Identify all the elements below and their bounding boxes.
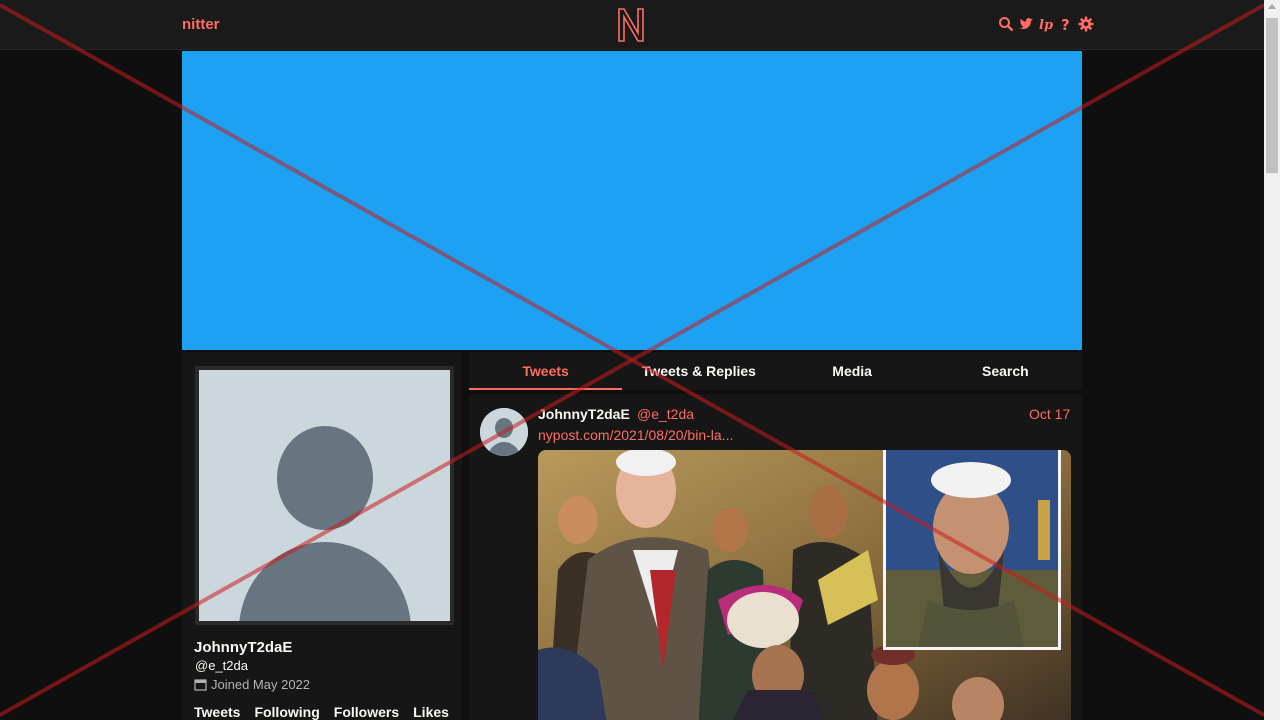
- svg-text:?: ?: [1061, 16, 1070, 32]
- scroll-thumb[interactable]: [1266, 18, 1278, 173]
- profile-joined: Joined May 2022: [194, 677, 310, 692]
- tab-search[interactable]: Search: [929, 352, 1082, 390]
- timeline-tabs: Tweets Tweets & Replies Media Search: [469, 352, 1082, 390]
- tweet-avatar[interactable]: [480, 408, 528, 456]
- stat-following[interactable]: Following: [254, 704, 319, 720]
- svg-text:lp: lp: [1039, 18, 1053, 32]
- help-icon[interactable]: ?: [1058, 16, 1074, 32]
- profile-username[interactable]: @e_t2da: [195, 658, 248, 673]
- tweet-username[interactable]: @e_t2da: [637, 406, 694, 422]
- profile-banner[interactable]: [182, 51, 1082, 350]
- stat-tweets[interactable]: Tweets: [194, 704, 240, 720]
- calendar-icon: [194, 679, 207, 691]
- scroll-up-arrow-icon[interactable]: [1268, 4, 1276, 9]
- page-scrollbar[interactable]: [1264, 0, 1280, 720]
- joined-date: Joined May 2022: [211, 677, 311, 692]
- search-icon[interactable]: [998, 16, 1014, 32]
- profile-avatar[interactable]: [195, 366, 454, 625]
- liberapay-icon[interactable]: lp: [1038, 16, 1054, 32]
- profile-stats: Tweets Following Followers Likes: [194, 704, 449, 720]
- profile-card: JohnnyT2daE @e_t2da Joined May 2022 Twee…: [182, 352, 462, 720]
- nitter-logo-icon[interactable]: [617, 7, 645, 43]
- tweet-fullname[interactable]: JohnnyT2daE: [538, 406, 630, 422]
- stat-followers[interactable]: Followers: [334, 704, 399, 720]
- tweet-date[interactable]: Oct 17: [1029, 406, 1070, 422]
- profile-fullname[interactable]: JohnnyT2daE: [194, 639, 292, 656]
- navbar: nitter lp ?: [0, 0, 1264, 50]
- tab-media[interactable]: Media: [776, 352, 929, 390]
- tweet-link[interactable]: nypost.com/2021/08/20/bin-la...: [538, 427, 733, 443]
- timeline: JohnnyT2daE @e_t2da Oct 17 nypost.com/20…: [469, 394, 1082, 720]
- nav-icons: lp ?: [998, 16, 1094, 32]
- brand-link[interactable]: nitter: [182, 16, 220, 33]
- tab-tweets-replies[interactable]: Tweets & Replies: [622, 352, 775, 390]
- tweet-image[interactable]: [538, 450, 1071, 720]
- tab-tweets[interactable]: Tweets: [469, 352, 623, 390]
- settings-gear-icon[interactable]: [1078, 16, 1094, 32]
- twitter-bird-icon[interactable]: [1018, 16, 1034, 32]
- stat-likes[interactable]: Likes: [413, 704, 449, 720]
